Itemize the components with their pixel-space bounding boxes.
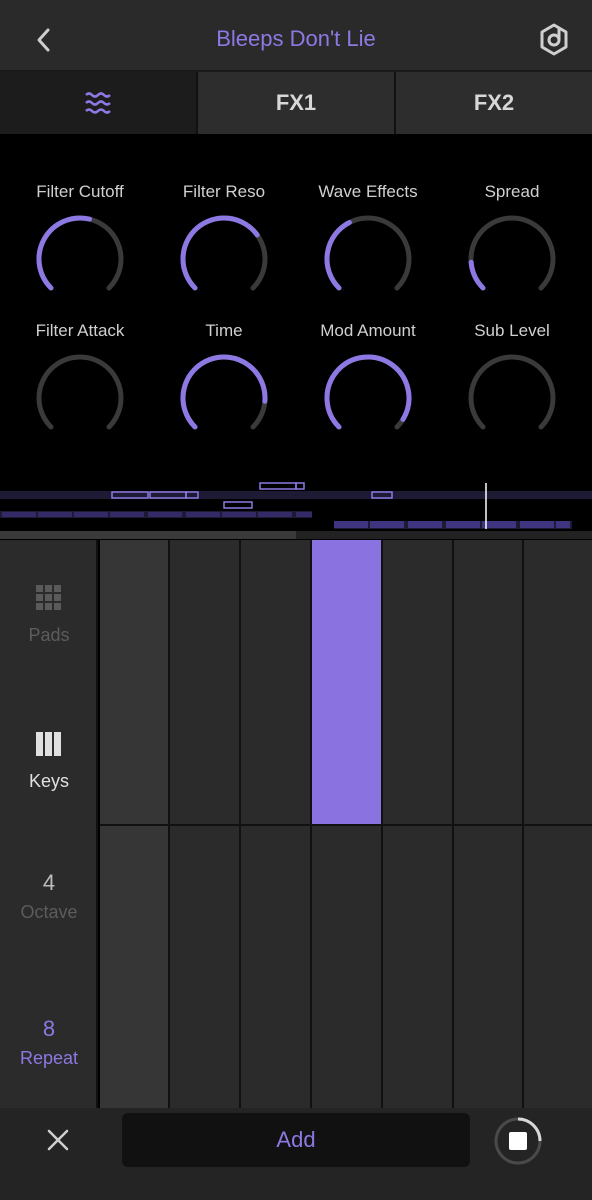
knob-label: Filter Attack	[35, 321, 125, 340]
knob-dial[interactable]	[30, 212, 130, 302]
knob-value-arc	[36, 215, 93, 291]
keys-button[interactable]: Keys	[0, 730, 98, 792]
knob-spread[interactable]: Spread	[438, 182, 586, 302]
keys-icon	[36, 732, 61, 756]
knob-dial[interactable]	[174, 351, 274, 441]
knob-dial[interactable]	[318, 212, 418, 302]
knob-wave-effects[interactable]: Wave Effects	[294, 182, 442, 302]
key-cell[interactable]	[100, 540, 168, 824]
knob-filter-reso[interactable]: Filter Reso	[150, 182, 298, 302]
stop-icon[interactable]	[493, 1116, 543, 1166]
repeat-label: Repeat	[19, 1048, 79, 1068]
knob-filter-cutoff[interactable]: Filter Cutoff	[6, 182, 154, 302]
knob-value-arc	[180, 354, 268, 430]
knob-dial[interactable]	[30, 351, 130, 441]
keys-grid	[100, 540, 592, 1108]
key-cell[interactable]	[241, 540, 310, 824]
key-cell[interactable]	[383, 540, 452, 824]
pads-button[interactable]: Pads	[0, 584, 98, 646]
tab-fx2[interactable]: FX2	[396, 72, 592, 134]
knob-label: Time	[205, 321, 243, 340]
grid-icon	[36, 585, 61, 610]
keys-label: Keys	[28, 771, 70, 791]
app-logo-icon[interactable]	[534, 20, 574, 60]
key-cell[interactable]	[524, 540, 592, 824]
side-panel: Pads Keys 4 Octave 8 Repeat	[0, 540, 98, 1108]
tab-bar: FX1 FX2	[0, 72, 592, 134]
knob-label: Wave Effects	[318, 182, 418, 201]
wave-icon	[85, 92, 111, 114]
clip-overview-graphic	[0, 482, 592, 539]
knob-label: Filter Cutoff	[36, 182, 124, 201]
repeat-control[interactable]: 8 Repeat	[0, 1016, 98, 1069]
knob-mod-amount[interactable]: Mod Amount	[294, 321, 442, 441]
key-cell[interactable]	[312, 826, 381, 1108]
key-cell[interactable]	[524, 826, 592, 1108]
key-cell[interactable]	[383, 826, 452, 1108]
key-cell[interactable]	[170, 826, 239, 1108]
knob-label: Mod Amount	[320, 321, 416, 340]
knob-panel: Filter Cutoff Filter Reso Wave Effects S…	[0, 134, 592, 479]
key-cell[interactable]	[454, 540, 522, 824]
knob-value-arc	[180, 215, 260, 291]
knob-track	[468, 215, 556, 291]
knob-dial[interactable]	[318, 351, 418, 441]
knob-sub-level[interactable]: Sub Level	[438, 321, 586, 441]
knob-value-arc	[324, 354, 412, 430]
knob-time[interactable]: Time	[150, 321, 298, 441]
footer-bar: Add	[0, 1108, 592, 1200]
knob-track	[36, 354, 124, 430]
knob-label: Spread	[484, 182, 540, 201]
knob-value-arc	[324, 219, 352, 291]
knob-dial[interactable]	[462, 351, 562, 441]
key-cell[interactable]	[170, 540, 239, 824]
knob-track	[468, 354, 556, 430]
octave-value: 4	[42, 870, 56, 895]
close-icon[interactable]	[40, 1122, 76, 1158]
octave-control[interactable]: 4 Octave	[0, 870, 98, 923]
tab-wave[interactable]	[0, 72, 198, 134]
octave-label: Octave	[20, 902, 78, 922]
key-cell[interactable]	[454, 826, 522, 1108]
knob-dial[interactable]	[462, 212, 562, 302]
add-button[interactable]: Add	[122, 1113, 470, 1167]
key-cell-active[interactable]	[312, 540, 381, 824]
knob-filter-attack[interactable]: Filter Attack	[6, 321, 154, 441]
key-cell[interactable]	[241, 826, 310, 1108]
knob-label: Sub Level	[474, 321, 550, 340]
page-title: Bleeps Don't Lie	[216, 26, 376, 51]
pads-label: Pads	[28, 625, 70, 645]
knob-dial[interactable]	[174, 212, 274, 302]
clip-overview[interactable]	[0, 479, 592, 539]
knob-label: Filter Reso	[182, 182, 266, 201]
header: Bleeps Don't Lie	[0, 0, 592, 72]
tab-fx1[interactable]: FX1	[198, 72, 396, 134]
key-cell[interactable]	[100, 826, 168, 1108]
repeat-value: 8	[42, 1016, 56, 1041]
knob-value-arc	[468, 259, 486, 291]
